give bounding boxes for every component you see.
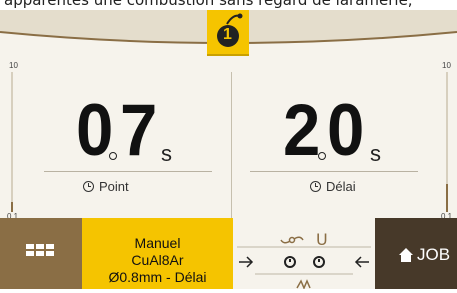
right-gauge <box>443 72 451 212</box>
left-value-integer: 0 <box>76 90 113 171</box>
right-caption-text: Délai <box>326 179 356 194</box>
job-material: CuAl8Ar <box>131 252 184 268</box>
clock-icon <box>313 256 325 268</box>
left-separator <box>44 171 212 172</box>
job-mode: Manuel <box>134 235 181 251</box>
right-gauge-max-label: 10 <box>442 61 451 70</box>
arrow-left-icon <box>354 256 369 268</box>
mode-number: 1 <box>223 26 232 43</box>
right-separator <box>250 171 418 172</box>
decimal-dot <box>318 152 326 160</box>
right-caption: Délai <box>310 179 356 194</box>
left-value-decimal: 7 <box>120 90 157 171</box>
wire-icon <box>296 279 311 289</box>
decimal-dot <box>109 152 117 160</box>
job-wire: Ø0.8mm - Délai <box>108 269 207 285</box>
left-gauge-fill <box>11 202 13 212</box>
process-symbols <box>237 236 371 289</box>
job-info-panel[interactable]: Manuel CuAl8Ar Ø0.8mm - Délai <box>82 218 233 289</box>
right-value-integer: 2 <box>283 90 320 171</box>
job-button-label: JOB <box>417 245 451 264</box>
left-value-unit: s <box>161 141 172 166</box>
right-value-unit: s <box>370 141 381 166</box>
left-caption-text: Point <box>99 179 129 194</box>
clock-icon <box>284 256 296 268</box>
fan-icon <box>280 236 304 244</box>
left-gauge-track <box>11 72 13 212</box>
left-gauge <box>8 72 16 212</box>
clock-icon <box>310 181 321 192</box>
right-gauge-fill <box>446 184 448 212</box>
left-caption: Point <box>83 179 129 194</box>
grid-icon <box>26 244 54 256</box>
center-divider <box>231 72 232 227</box>
process-symbol-u: U <box>316 230 328 249</box>
right-value-decimal: 0 <box>327 90 364 171</box>
clock-icon <box>83 181 94 192</box>
mode-badge[interactable]: 1 <box>207 10 249 56</box>
job-button[interactable]: JOB <box>375 218 457 289</box>
left-gauge-max-label: 10 <box>9 61 18 70</box>
arrow-right-icon <box>239 256 254 268</box>
process-panel[interactable]: U <box>233 218 375 289</box>
menu-grid-button[interactable] <box>0 218 82 289</box>
top-caption-text: apparentes une combustion sans regard de… <box>4 0 413 9</box>
